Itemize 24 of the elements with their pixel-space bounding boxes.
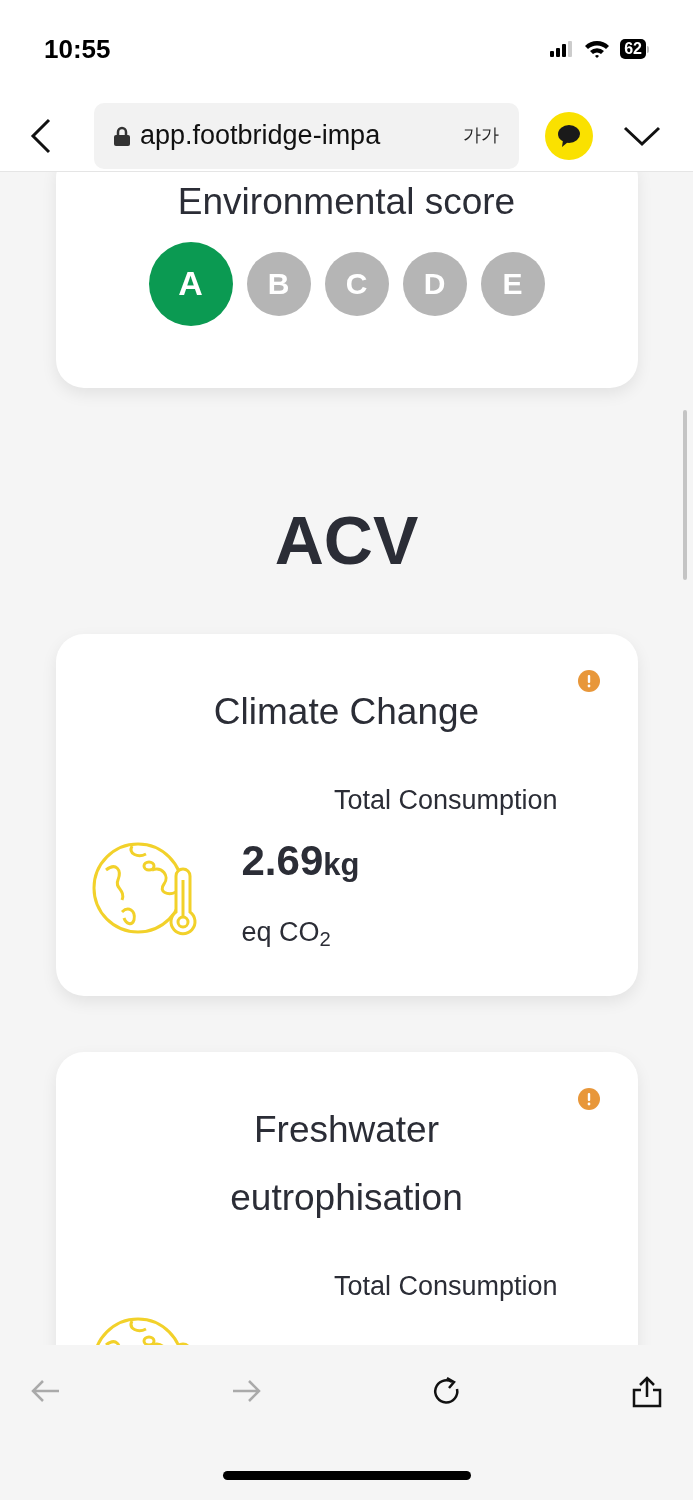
- grade-badge: A: [148, 241, 233, 326]
- section-heading: ACV: [274, 506, 419, 574]
- chevron-down-icon[interactable]: [623, 124, 661, 147]
- consumption-label: Total Consumption: [333, 1270, 558, 1303]
- status-time: 10:55: [44, 32, 111, 66]
- grade-badge: C: [324, 251, 389, 316]
- card-title: Freshwater eutrophisation: [229, 1108, 464, 1220]
- signal-icon: [550, 41, 575, 57]
- chat-icon[interactable]: [545, 111, 593, 160]
- lock-icon: [114, 125, 130, 146]
- grade-badge: B: [246, 251, 311, 316]
- grade-badge: E: [480, 251, 545, 316]
- battery-icon: 62: [620, 39, 649, 59]
- consumption-value: 2.69kg: [241, 835, 360, 886]
- back-icon[interactable]: [30, 117, 52, 154]
- unit-text: eq CO$_{2}$: [241, 915, 332, 952]
- text-size-button[interactable]: 가가: [463, 122, 499, 149]
- grade-badge: D: [402, 251, 467, 316]
- address-bar[interactable]: app.footbridge-impa 가가: [94, 102, 519, 169]
- url-text: app.footbridge-impa: [140, 119, 382, 153]
- card-title: Climate Change: [213, 690, 480, 734]
- wifi-icon: [584, 40, 611, 58]
- consumption-label: Total Consumption: [333, 784, 558, 817]
- card-title: Environmental score: [177, 180, 516, 224]
